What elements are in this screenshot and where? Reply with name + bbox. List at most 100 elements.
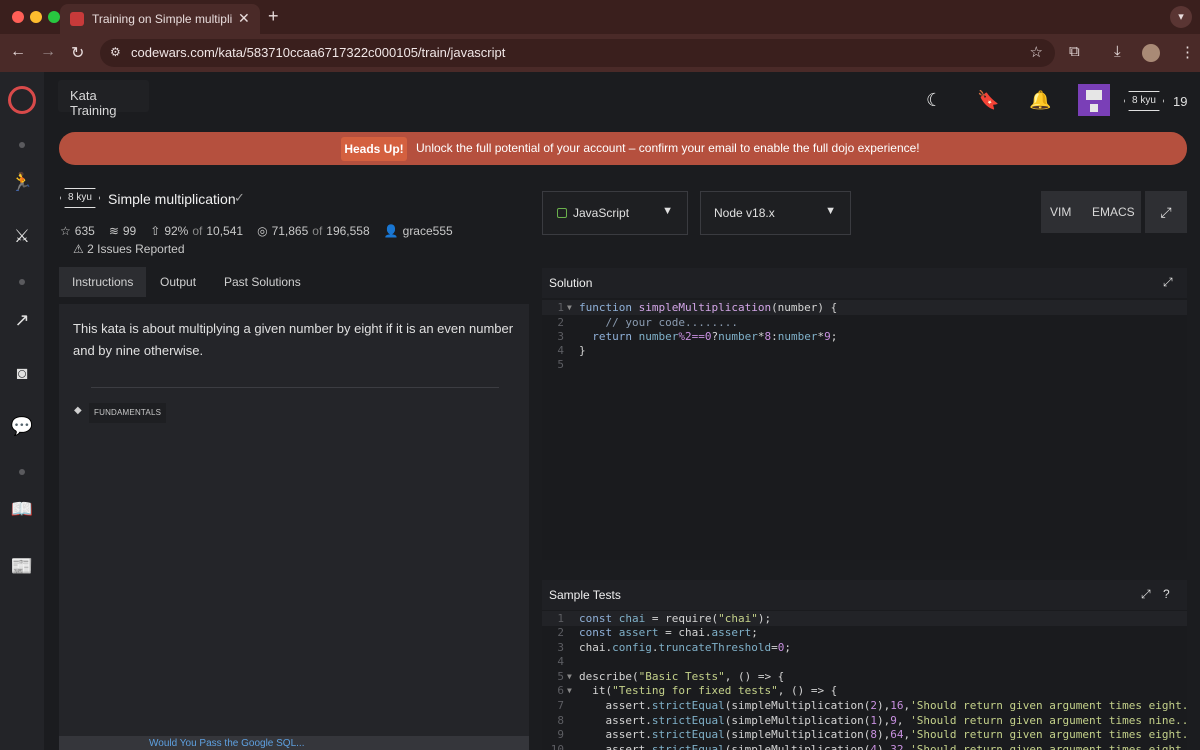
moon-icon[interactable]: ☾	[926, 90, 942, 111]
docs-icon[interactable]: 📖	[10, 499, 34, 520]
code-line[interactable]: 9 assert.strictEqual(simpleMultiplicatio…	[542, 727, 1187, 742]
reload-icon[interactable]: ↻	[71, 43, 84, 63]
tag-icon: ◆	[74, 405, 82, 416]
rail-divider	[19, 279, 25, 285]
banner-text: Unlock the full potential of your accoun…	[416, 141, 920, 155]
back-icon[interactable]: ←	[10, 43, 26, 61]
code-line[interactable]: 3 return number%2==0?number*8:number*9;	[542, 329, 1187, 344]
line-number: 6	[557, 684, 564, 697]
star-icon[interactable]: ☆	[60, 224, 71, 238]
minimize-window-icon[interactable]	[30, 11, 42, 23]
expand-tests-icon[interactable]: ⤢	[1141, 587, 1151, 602]
code-line[interactable]: 10 assert.strictEqual(simpleMultiplicati…	[542, 742, 1187, 750]
code-line[interactable]: 5	[542, 357, 1187, 372]
code-line[interactable]: 3 chai.config.truncateThreshold=0;	[542, 640, 1187, 655]
language-select[interactable]: JavaScript ▼	[542, 191, 688, 235]
forward-icon[interactable]: →	[40, 43, 56, 61]
practice-icon[interactable]: 🏃	[10, 172, 34, 193]
address-bar[interactable]: ⚙ codewars.com/kata/583710ccaa6717322c00…	[100, 39, 1055, 67]
tab-search-chevron-icon[interactable]: ▾	[1170, 6, 1192, 28]
instructions-text: This kata is about multiplying a given n…	[73, 321, 514, 358]
fold-icon[interactable]: ▼	[567, 669, 572, 684]
extensions-icon[interactable]: ⧉	[1069, 43, 1080, 60]
satisfaction-of: of	[192, 224, 203, 238]
download-icon[interactable]: ⤓	[1114, 43, 1121, 60]
leaderboard-icon[interactable]: ↗	[10, 310, 34, 331]
line-number: 1	[557, 612, 564, 625]
vim-mode-button[interactable]: VIM	[1050, 205, 1071, 219]
maximize-window-icon[interactable]	[48, 11, 60, 23]
fullscreen-icon[interactable]: ⤢	[1145, 191, 1187, 233]
line-number: 3	[557, 330, 564, 343]
line-number: 8	[557, 714, 564, 727]
left-rail: 🏃 ⚔ ↗ ◙ 💬 📖 📰	[0, 72, 44, 750]
close-window-icon[interactable]	[12, 11, 24, 23]
dojo-icon[interactable]: ⚔	[10, 226, 34, 247]
user-avatar[interactable]	[1078, 84, 1110, 116]
code-line[interactable]: 4}	[542, 343, 1187, 358]
code-line[interactable]: 1 const chai = require("chai");	[542, 611, 1187, 626]
codewars-logo-icon[interactable]	[8, 86, 36, 114]
code-line[interactable]: 8 assert.strictEqual(simpleMultiplicatio…	[542, 713, 1187, 728]
site-settings-icon[interactable]: ⚙	[110, 45, 121, 59]
code-line[interactable]: 2 const assert = chai.assert;	[542, 625, 1187, 640]
blog-icon[interactable]: 📰	[10, 556, 34, 577]
line-number: 2	[557, 626, 564, 639]
editor-resize-handle[interactable]	[542, 560, 1187, 580]
tab-instructions[interactable]: Instructions	[59, 267, 147, 297]
new-tab-icon[interactable]: +	[268, 6, 279, 27]
help-icon[interactable]: ?	[1163, 587, 1170, 601]
browser-menu-icon[interactable]: ⋮	[1180, 43, 1195, 61]
user-rank-badge[interactable]: 8 kyu	[1124, 91, 1164, 111]
tab-output[interactable]: Output	[147, 267, 209, 297]
emacs-mode-button[interactable]: EMACS	[1092, 205, 1135, 219]
fold-icon[interactable]: ▼	[567, 683, 572, 698]
bookmark-icon[interactable]: 🔖	[977, 90, 999, 111]
code-line[interactable]: 1 ▼ function simpleMultiplication(number) …	[542, 300, 1187, 315]
runtime-select[interactable]: Node v18.x ▼	[700, 191, 851, 235]
code-line[interactable]: 4	[542, 654, 1187, 669]
code-line[interactable]: 6 ▼ it("Testing for fixed tests", () => {	[542, 683, 1187, 698]
bookmark-star-icon[interactable]: ☆	[1030, 43, 1043, 61]
expand-solution-icon[interactable]: ⤢	[1163, 275, 1173, 290]
code-line[interactable]: 5 ▼ describe("Basic Tests", () => {	[542, 669, 1187, 684]
kata-title[interactable]: Simple multiplication	[108, 191, 236, 207]
votes-count: 10,541	[206, 224, 244, 238]
discord-icon[interactable]: ◙	[10, 363, 34, 384]
check-icon: ✓	[234, 190, 245, 205]
author-name[interactable]: grace555	[403, 224, 453, 238]
tab-close-icon[interactable]: ✕	[238, 10, 250, 27]
address-url[interactable]: codewars.com/kata/583710ccaa6717322c0001…	[131, 45, 505, 60]
chevron-down-icon: ▼	[662, 205, 673, 217]
browser-toolbar: ← → ↻ ⚙ codewars.com/kata/583710ccaa6717…	[0, 34, 1200, 72]
issues-text[interactable]: 2 Issues Reported	[87, 242, 184, 256]
warning-icon: ⚠	[73, 242, 84, 256]
author-icon: 👤	[383, 224, 399, 238]
instructions-panel: This kata is about multiplying a given n…	[59, 304, 529, 750]
discussion-icon[interactable]: 💬	[10, 416, 34, 437]
completed-icon: ◎	[257, 224, 268, 238]
fold-icon[interactable]: ▼	[567, 300, 572, 315]
tag-fundamentals[interactable]: FUNDAMENTALS	[89, 403, 167, 423]
collections-icon[interactable]: ≋	[109, 224, 119, 238]
bell-icon[interactable]: 🔔	[1029, 90, 1051, 111]
kata-stats: ☆ 635 ≋ 99 ⇧ 92% of 10,541 ◎ 71,865 of 196,558 👤…	[60, 224, 457, 238]
tab-past-solutions[interactable]: Past Solutions	[211, 267, 314, 297]
suggested-kata-link[interactable]: Would You Pass the Google SQL...	[149, 738, 304, 749]
user-honor: 19	[1173, 94, 1188, 109]
code-line[interactable]: 7 assert.strictEqual(simpleMultiplicatio…	[542, 698, 1187, 713]
browser-tab[interactable]: Training on Simple multiplicat ✕	[60, 4, 260, 34]
line-number: 4	[557, 655, 564, 668]
attempts-count: 196,558	[326, 224, 370, 238]
code-line[interactable]: 2 // your code........	[542, 315, 1187, 330]
sample-tests-title: Sample Tests	[549, 588, 621, 602]
sample-tests-editor[interactable]: 1 const chai = require("chai"); 2 const as…	[542, 610, 1187, 750]
chevron-down-icon: ▼	[825, 205, 836, 217]
issues-link[interactable]: ⚠ 2 Issues Reported	[73, 242, 185, 256]
line-number: 4	[557, 344, 564, 357]
solution-header: Solution ⤢	[542, 268, 1187, 298]
profile-avatar[interactable]	[1142, 44, 1160, 62]
solution-editor[interactable]: 1 ▼ function simpleMultiplication(number) …	[542, 298, 1187, 560]
suggested-kata-strip: Would You Pass the Google SQL...	[59, 736, 529, 750]
line-number: 5	[557, 670, 564, 683]
